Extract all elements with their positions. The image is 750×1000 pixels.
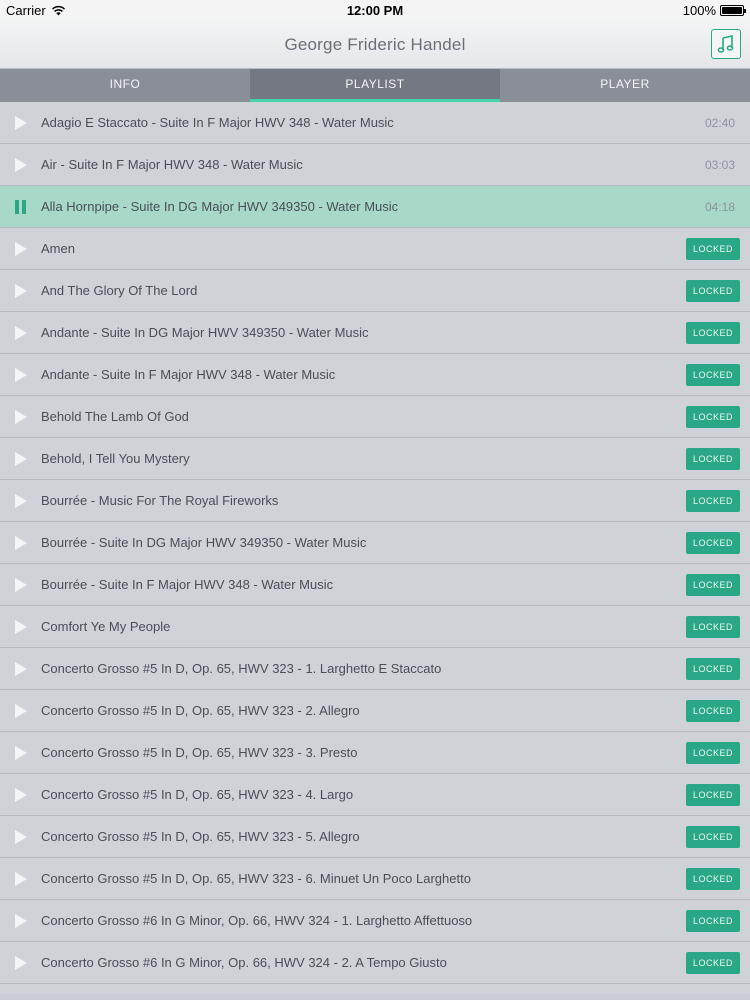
track-title: Behold, I Tell You Mystery <box>41 451 190 466</box>
play-icon[interactable] <box>15 704 27 718</box>
tab-info[interactable]: INFO <box>0 69 250 102</box>
playlist-row[interactable]: Concerto Grosso #5 In D, Op. 65, HWV 323… <box>0 858 750 900</box>
locked-badge[interactable]: LOCKED <box>686 238 740 260</box>
locked-badge[interactable]: LOCKED <box>686 658 740 680</box>
play-icon[interactable] <box>15 368 27 382</box>
play-icon[interactable] <box>15 746 27 760</box>
battery-percent: 100% <box>682 3 716 18</box>
track-duration: 02:40 <box>704 116 735 130</box>
playlist-row[interactable]: Air - Suite In F Major HWV 348 - Water M… <box>0 144 750 186</box>
locked-badge[interactable]: LOCKED <box>686 364 740 386</box>
play-icon[interactable] <box>15 452 27 466</box>
track-title: Behold The Lamb Of God <box>41 409 189 424</box>
play-icon[interactable] <box>15 242 27 256</box>
status-bar: Carrier 12:00 PM 100% <box>0 0 750 20</box>
playlist-row[interactable]: Concerto Grosso #6 In G Minor, Op. 66, H… <box>0 942 750 984</box>
playlist-row[interactable]: Concerto Grosso #5 In D, Op. 65, HWV 323… <box>0 732 750 774</box>
locked-badge[interactable]: LOCKED <box>686 532 740 554</box>
track-title: Concerto Grosso #5 In D, Op. 65, HWV 323… <box>41 745 358 760</box>
track-title: Concerto Grosso #5 In D, Op. 65, HWV 323… <box>41 661 442 676</box>
playlist-row[interactable]: Amen LOCKED <box>0 228 750 270</box>
play-icon[interactable] <box>15 620 27 634</box>
locked-badge[interactable]: LOCKED <box>686 952 740 974</box>
music-button[interactable] <box>711 29 741 59</box>
track-title: Concerto Grosso #5 In D, Op. 65, HWV 323… <box>41 829 360 844</box>
navigation-bar: George Frideric Handel <box>0 20 750 69</box>
playlist-row[interactable]: Behold The Lamb Of God LOCKED <box>0 396 750 438</box>
tab-bar: INFO PLAYLIST PLAYER <box>0 69 750 102</box>
play-icon[interactable] <box>15 536 27 550</box>
track-title: Andante - Suite In DG Major HWV 349350 -… <box>41 325 369 340</box>
play-icon[interactable] <box>15 872 27 886</box>
track-title: Concerto Grosso #6 In G Minor, Op. 66, H… <box>41 955 447 970</box>
playlist-row[interactable]: And The Glory Of The Lord LOCKED <box>0 270 750 312</box>
locked-badge[interactable]: LOCKED <box>686 490 740 512</box>
locked-badge[interactable]: LOCKED <box>686 784 740 806</box>
playlist-row[interactable]: Behold, I Tell You Mystery LOCKED <box>0 438 750 480</box>
playlist-row[interactable]: Concerto Grosso #5 In D, Op. 65, HWV 323… <box>0 648 750 690</box>
track-title: Amen <box>41 241 75 256</box>
track-title: Concerto Grosso #5 In D, Op. 65, HWV 323… <box>41 703 360 718</box>
playlist-row[interactable]: Adagio E Staccato - Suite In F Major HWV… <box>0 102 750 144</box>
locked-badge[interactable]: LOCKED <box>686 868 740 890</box>
locked-badge[interactable]: LOCKED <box>686 826 740 848</box>
page-title: George Frideric Handel <box>284 35 466 54</box>
play-icon[interactable] <box>15 410 27 424</box>
playlist-row-partial[interactable] <box>0 984 750 994</box>
tab-playlist[interactable]: PLAYLIST <box>250 69 500 102</box>
play-icon[interactable] <box>15 578 27 592</box>
play-icon[interactable] <box>15 326 27 340</box>
play-icon[interactable] <box>15 830 27 844</box>
music-note-icon <box>717 35 734 53</box>
play-icon[interactable] <box>15 284 27 298</box>
locked-badge[interactable]: LOCKED <box>686 742 740 764</box>
track-title: Concerto Grosso #5 In D, Op. 65, HWV 323… <box>41 871 471 886</box>
track-title: Concerto Grosso #5 In D, Op. 65, HWV 323… <box>41 787 354 802</box>
locked-badge[interactable]: LOCKED <box>686 280 740 302</box>
playlist-row[interactable]: Andante - Suite In DG Major HWV 349350 -… <box>0 312 750 354</box>
play-icon[interactable] <box>15 662 27 676</box>
locked-badge[interactable]: LOCKED <box>686 910 740 932</box>
locked-badge[interactable]: LOCKED <box>686 700 740 722</box>
playlist-row[interactable]: Concerto Grosso #5 In D, Op. 65, HWV 323… <box>0 690 750 732</box>
track-duration: 04:18 <box>704 200 735 214</box>
locked-badge[interactable]: LOCKED <box>686 574 740 596</box>
battery-indicator: 100% <box>682 3 746 18</box>
playlist-row[interactable]: Alla Hornpipe - Suite In DG Major HWV 34… <box>0 186 750 228</box>
locked-badge[interactable]: LOCKED <box>686 616 740 638</box>
track-title: Alla Hornpipe - Suite In DG Major HWV 34… <box>41 199 399 214</box>
playlist: Adagio E Staccato - Suite In F Major HWV… <box>0 102 750 994</box>
status-time: 12:00 PM <box>346 3 404 18</box>
track-title: Bourrée - Music For The Royal Fireworks <box>41 493 279 508</box>
track-title: Concerto Grosso #6 In G Minor, Op. 66, H… <box>41 913 473 928</box>
playlist-row[interactable]: Concerto Grosso #5 In D, Op. 65, HWV 323… <box>0 774 750 816</box>
playlist-row[interactable]: Comfort Ye My People LOCKED <box>0 606 750 648</box>
track-title: Bourrée - Suite In F Major HWV 348 - Wat… <box>41 577 334 592</box>
play-icon[interactable] <box>15 788 27 802</box>
track-title: Adagio E Staccato - Suite In F Major HWV… <box>41 115 394 130</box>
playlist-row[interactable]: Bourrée - Suite In DG Major HWV 349350 -… <box>0 522 750 564</box>
track-duration: 03:03 <box>704 158 735 172</box>
tab-player[interactable]: PLAYER <box>500 69 750 102</box>
playlist-row[interactable]: Bourrée - Suite In F Major HWV 348 - Wat… <box>0 564 750 606</box>
pause-icon[interactable] <box>15 200 27 214</box>
playlist-row[interactable]: Concerto Grosso #5 In D, Op. 65, HWV 323… <box>0 816 750 858</box>
track-title: Bourrée - Suite In DG Major HWV 349350 -… <box>41 535 367 550</box>
playlist-row[interactable]: Concerto Grosso #6 In G Minor, Op. 66, H… <box>0 900 750 942</box>
locked-badge[interactable]: LOCKED <box>686 448 740 470</box>
locked-badge[interactable]: LOCKED <box>686 406 740 428</box>
playlist-row[interactable]: Andante - Suite In F Major HWV 348 - Wat… <box>0 354 750 396</box>
battery-icon <box>720 5 746 16</box>
play-icon[interactable] <box>15 956 27 970</box>
play-icon[interactable] <box>15 158 27 172</box>
track-title: Comfort Ye My People <box>41 619 171 634</box>
track-title: Air - Suite In F Major HWV 348 - Water M… <box>41 157 303 172</box>
play-icon[interactable] <box>15 914 27 928</box>
play-icon[interactable] <box>15 116 27 130</box>
playlist-row[interactable]: Bourrée - Music For The Royal Fireworks L… <box>0 480 750 522</box>
track-title: Andante - Suite In F Major HWV 348 - Wat… <box>41 367 336 382</box>
play-icon[interactable] <box>15 494 27 508</box>
track-title: And The Glory Of The Lord <box>41 283 198 298</box>
locked-badge[interactable]: LOCKED <box>686 322 740 344</box>
